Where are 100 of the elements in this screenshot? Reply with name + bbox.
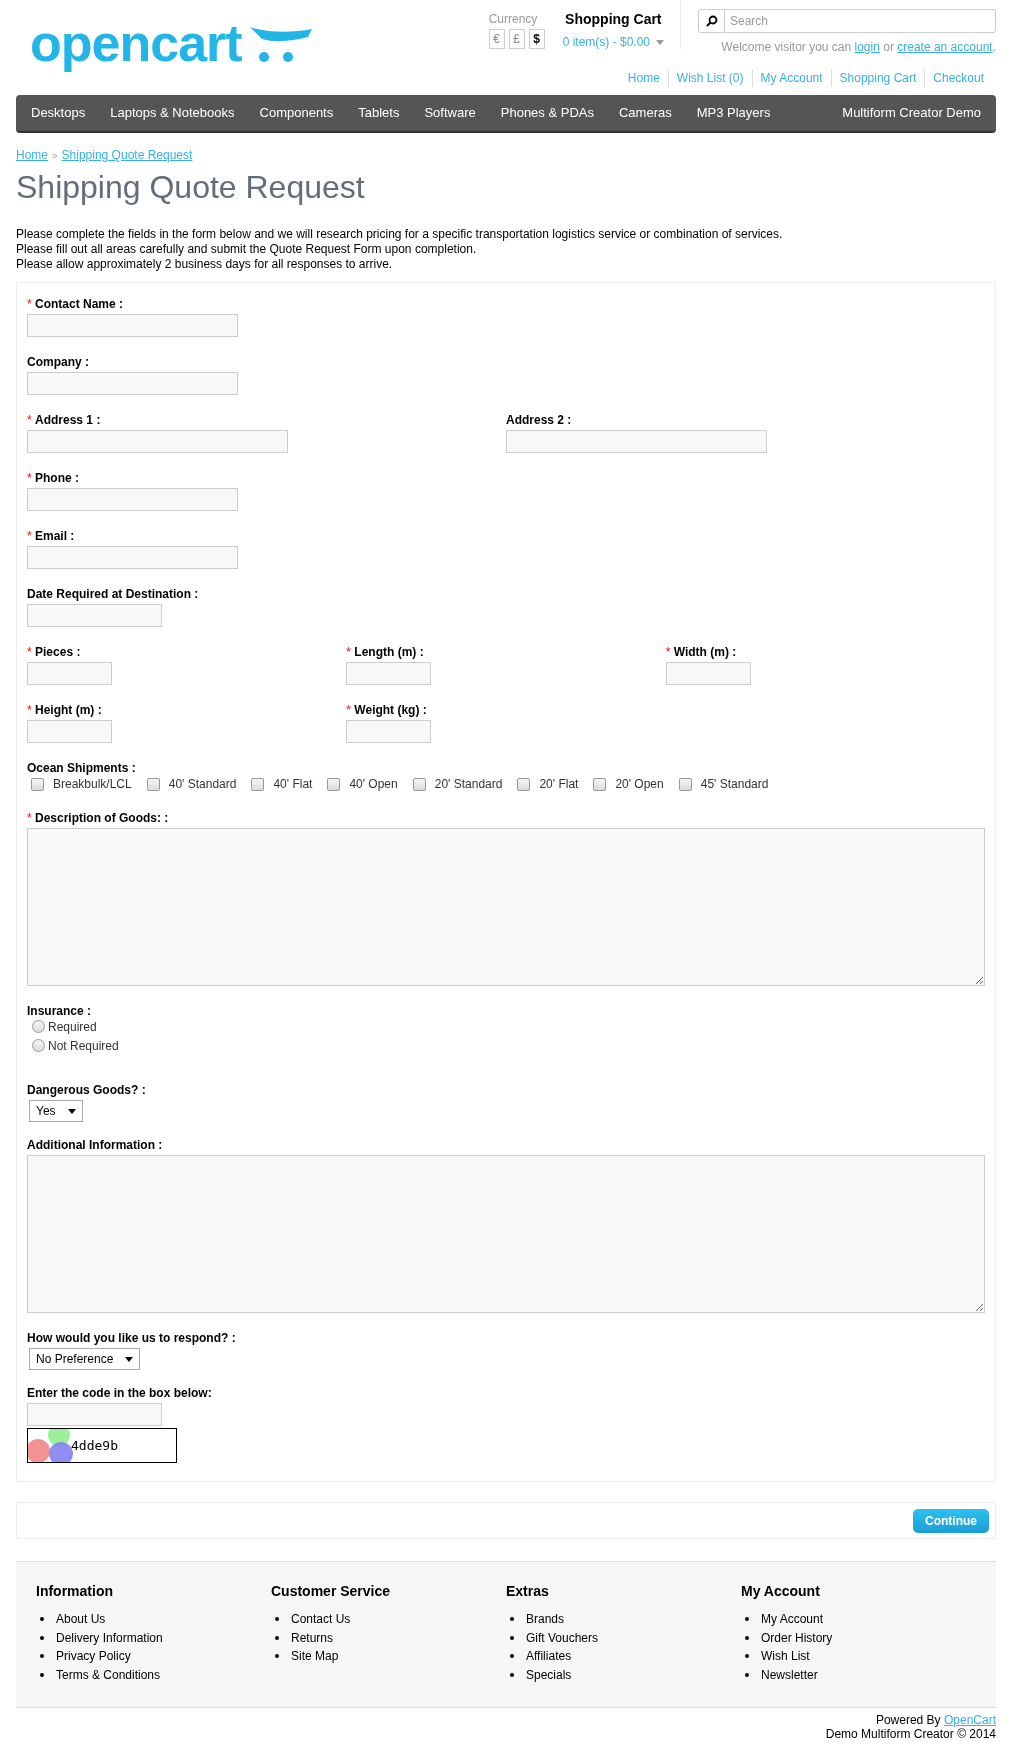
text-field[interactable] bbox=[506, 430, 767, 453]
nav-item[interactable]: Phones & PDAs bbox=[500, 103, 594, 123]
welcome-text: Welcome visitor you can login or create an account. bbox=[721, 39, 996, 56]
nav-item[interactable]: Tablets bbox=[358, 103, 400, 123]
checkbox[interactable] bbox=[678, 777, 692, 791]
field-label: * Email : bbox=[27, 528, 76, 542]
radio-label: Not Required bbox=[48, 1037, 119, 1055]
field-label: * Phone : bbox=[27, 470, 80, 484]
radio-label: Required bbox=[48, 1018, 97, 1036]
checkbox-label: 20' Open bbox=[615, 776, 664, 793]
caret-icon bbox=[125, 1356, 134, 1362]
captcha-code: 4dde9b bbox=[71, 1436, 118, 1455]
number-field[interactable] bbox=[346, 662, 432, 685]
field-label: * Contact Name : bbox=[27, 296, 125, 310]
field-label: * Height (m) : bbox=[27, 702, 103, 716]
number-field[interactable] bbox=[27, 720, 112, 743]
field-label: * Width (m) : bbox=[665, 644, 738, 658]
field-label: * Address 1 : bbox=[27, 412, 102, 426]
checkbox-label: 40' Standard bbox=[168, 776, 237, 793]
checkbox[interactable] bbox=[327, 777, 341, 791]
text-field[interactable] bbox=[27, 314, 238, 337]
footer-link[interactable]: Terms & Conditions bbox=[56, 1665, 161, 1684]
field-label: Address 2 : bbox=[506, 412, 573, 426]
checkbox[interactable] bbox=[593, 777, 607, 791]
nav-item[interactable]: MP3 Players bbox=[696, 103, 771, 123]
currency-label: Currency bbox=[488, 11, 539, 28]
checkbox[interactable] bbox=[251, 777, 265, 791]
field-label: Enter the code in the box below: bbox=[27, 1385, 213, 1399]
checkbox-label: 45' Standard bbox=[700, 776, 769, 793]
footer-link[interactable]: Order History bbox=[761, 1628, 833, 1647]
footer-link[interactable]: Specials bbox=[526, 1665, 572, 1684]
number-field[interactable] bbox=[665, 662, 751, 685]
footer-link[interactable]: Privacy Policy bbox=[56, 1647, 131, 1666]
currency-button[interactable]: € bbox=[488, 29, 505, 49]
checkbox-label: 40' Open bbox=[349, 776, 398, 793]
checkbox[interactable] bbox=[146, 777, 160, 791]
nav-item[interactable]: Desktops bbox=[31, 103, 86, 123]
footer-heading: Information bbox=[36, 1582, 114, 1601]
nav-item[interactable]: Software bbox=[424, 103, 476, 123]
checkbox-label: 20' Flat bbox=[539, 776, 579, 793]
powered-by-text: Powered By OpenCart bbox=[875, 1713, 996, 1727]
field-label: * Description of Goods: : bbox=[27, 810, 170, 824]
footer-link[interactable]: Site Map bbox=[291, 1647, 339, 1666]
intro-text: Please fill out all areas carefully and submit the Quote Request Form upon completion. bbox=[16, 242, 478, 257]
field-label: Company : bbox=[27, 354, 90, 368]
footer-link[interactable]: Newsletter bbox=[761, 1665, 818, 1684]
checkbox-label: 20' Standard bbox=[434, 776, 503, 793]
checkbox[interactable] bbox=[412, 777, 426, 791]
nav-item[interactable]: Components bbox=[259, 103, 334, 123]
field-label: How would you like us to respond? : bbox=[27, 1330, 237, 1344]
copyright-text: Demo Multiform Creator © 2014 bbox=[825, 1727, 996, 1741]
radio-button[interactable] bbox=[32, 1020, 45, 1033]
field-label: * Weight (kg) : bbox=[346, 702, 428, 716]
date-field[interactable] bbox=[27, 604, 162, 627]
footer-link[interactable]: Delivery Information bbox=[56, 1628, 163, 1647]
radio-button[interactable] bbox=[32, 1039, 45, 1052]
text-area[interactable] bbox=[27, 828, 985, 986]
currency-button[interactable]: $ bbox=[528, 29, 545, 49]
nav-item[interactable]: Multiform Creator Demo bbox=[842, 103, 981, 123]
footer-link[interactable]: About Us bbox=[56, 1610, 106, 1629]
checkbox[interactable] bbox=[517, 777, 531, 791]
footer-heading: My Account bbox=[741, 1582, 821, 1601]
page-title: Shipping Quote Request bbox=[16, 168, 366, 207]
text-area[interactable] bbox=[27, 1155, 985, 1313]
nav-item[interactable]: Laptops & Notebooks bbox=[110, 103, 235, 123]
footer-link[interactable]: My Account bbox=[761, 1610, 824, 1629]
footer-link[interactable]: Gift Vouchers bbox=[526, 1628, 599, 1647]
footer-link[interactable]: Brands bbox=[526, 1610, 565, 1629]
select-dropdown[interactable]: Yes bbox=[29, 1100, 83, 1122]
footer-link[interactable]: Wish List bbox=[761, 1647, 810, 1666]
number-field[interactable] bbox=[27, 662, 112, 685]
field-label: Date Required at Destination : bbox=[27, 586, 200, 600]
select-dropdown[interactable]: No Preference bbox=[29, 1348, 141, 1370]
checkbox-label: 40' Flat bbox=[273, 776, 313, 793]
text-field[interactable] bbox=[27, 546, 238, 569]
field-label: * Length (m) : bbox=[346, 644, 425, 658]
field-label: Additional Information : bbox=[27, 1137, 164, 1151]
nav-item[interactable]: Cameras bbox=[618, 103, 672, 123]
search-field[interactable]: Search bbox=[725, 9, 996, 33]
text-field[interactable] bbox=[27, 488, 238, 511]
checkbox-label: Breakbulk/LCL bbox=[53, 776, 132, 793]
footer-link[interactable]: Affiliates bbox=[526, 1647, 572, 1666]
footer-link[interactable]: Contact Us bbox=[291, 1610, 351, 1629]
field-label: Ocean Shipments : bbox=[27, 760, 137, 774]
checkbox[interactable] bbox=[31, 777, 44, 791]
caret-icon bbox=[67, 1108, 76, 1114]
search-button[interactable] bbox=[698, 9, 725, 33]
caret-icon bbox=[656, 39, 664, 45]
field-label: * Pieces : bbox=[27, 644, 82, 658]
intro-text: Please complete the fields in the form below and we will research pricing for a specific transportation logistics service or combination of services. bbox=[16, 227, 784, 242]
footer-link[interactable]: Returns bbox=[291, 1628, 334, 1647]
captcha-field[interactable] bbox=[27, 1403, 162, 1426]
text-field[interactable] bbox=[27, 372, 238, 395]
breadcrumb-separator: » bbox=[52, 148, 58, 163]
number-field[interactable] bbox=[346, 720, 432, 743]
search-icon bbox=[705, 15, 718, 27]
text-field[interactable] bbox=[27, 430, 288, 453]
field-label: Dangerous Goods? : bbox=[27, 1082, 147, 1096]
currency-button[interactable]: £ bbox=[508, 29, 525, 49]
field-label: Insurance : bbox=[27, 1003, 93, 1017]
